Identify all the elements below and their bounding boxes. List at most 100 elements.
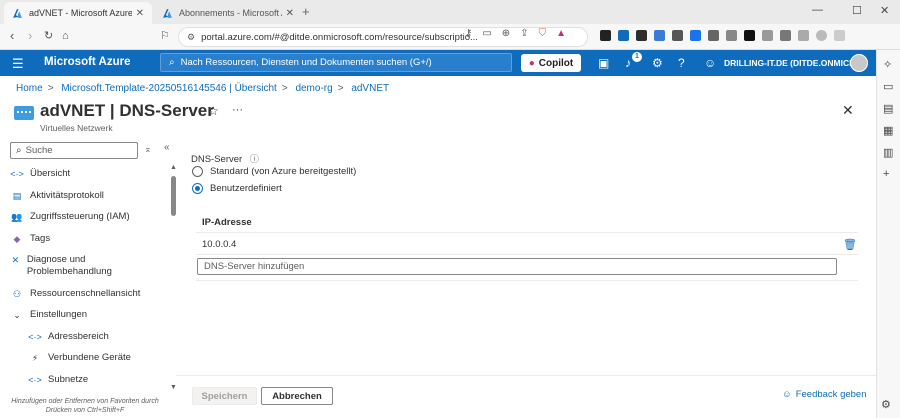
minimize-icon[interactable]: — [812,4,823,16]
share-icon[interactable]: ⇪ [520,28,528,39]
favorite-star-icon[interactable]: ☆ [208,104,219,118]
new-tab-icon[interactable]: + [302,4,310,19]
site-info-icon[interactable]: ⚙ [187,32,195,43]
menu-group-settings[interactable]: ⌄ Einstellungen [10,309,87,321]
radio-custom[interactable]: Benutzerdefiniert [192,183,282,194]
menu-item-iam[interactable]: 👥 Zugriffssteuerung (IAM) [10,211,129,223]
gear-icon[interactable]: ⚙ [652,56,663,70]
browser-tab-active[interactable]: adVNET - Microsoft Azure ✕ [4,2,152,24]
radio-circle-selected[interactable] [192,183,203,194]
bookmarks-icon[interactable]: ▦ [883,124,893,137]
sidebar-toggle-icon[interactable] [780,30,791,41]
table-divider [196,280,858,281]
account-name[interactable]: DRILLING-IT.DE (DITDE.ONMICR... [724,58,862,68]
menu-item-subnets[interactable]: <·> Subnetze [28,374,88,386]
reload-icon[interactable]: ↻ [44,29,53,43]
code-icon: <·> [28,332,42,342]
menu-item-label: Adressbereich [48,331,109,342]
global-search-input[interactable]: ⌕ Nach Ressourcen, Diensten und Dokument… [160,53,512,72]
maximize-icon[interactable]: ☐ [852,4,862,17]
cloud-shell-icon[interactable]: ▣ [598,56,609,70]
browser-tab-strip: adVNET - Microsoft Azure ✕ Abonnements -… [0,0,900,24]
scrollbar-thumb[interactable] [171,176,176,216]
add-dns-server-input[interactable]: DNS-Server hinzufügen [197,258,837,275]
reading-icon[interactable]: ▤ [883,102,893,115]
menu-scrollbar[interactable]: ▲ ▼ [170,164,178,394]
ip-column-header: IP-Adresse [202,217,252,228]
menu-icon[interactable] [834,30,845,41]
forward-icon[interactable]: › [28,29,32,43]
extension-icon[interactable] [708,30,719,41]
extension-icon[interactable] [672,30,683,41]
menu-options-icon[interactable]: ⌅ [144,144,152,155]
menu-item-label: Subnetze [48,374,89,385]
extension-icon[interactable] [654,30,665,41]
menu-item-tags[interactable]: ◆ Tags [10,233,51,245]
cast-icon[interactable]: ▭ [482,28,491,39]
menu-item-resource-visualizer[interactable]: ⚇ Ressourcenschnellansicht [10,288,140,300]
copilot-side-icon[interactable]: ✧ [883,58,892,71]
puzzle-icon[interactable] [762,30,773,41]
feedback-link[interactable]: ☺ Feedback geben [782,389,866,400]
close-icon[interactable]: ✕ [136,8,144,19]
chevron-down-icon: ⌄ [13,310,21,320]
hamburger-icon[interactable]: ☰ [12,56,24,72]
menu-item-connected-devices[interactable]: ⚡ Verbundene Geräte [28,352,131,364]
wallet-icon[interactable] [798,30,809,41]
wallet-icon[interactable]: ▭ [883,80,893,93]
menu-search-input[interactable]: ⌕ Suche [10,142,138,159]
avatar[interactable] [850,54,868,72]
bell-icon[interactable]: ♪ [625,56,631,70]
feedback-label: Feedback geben [795,389,867,400]
profile-icon[interactable] [816,30,827,41]
radio-default[interactable]: Standard (von Azure bereitgestellt) [192,166,356,177]
extension-icon[interactable] [600,30,611,41]
portal-brand[interactable]: Microsoft Azure [44,56,130,68]
more-icon[interactable]: ··· [232,104,243,116]
close-icon[interactable]: ✕ [286,8,294,19]
menu-item-overview[interactable]: <·> Übersicht [10,168,70,180]
radio-label: Benutzerdefiniert [210,183,282,194]
menu-item-label: Übersicht [30,168,71,179]
extension-icon[interactable] [690,30,701,41]
save-button[interactable]: Speichern [192,387,257,405]
scroll-down-icon[interactable]: ▼ [170,384,177,391]
copilot-button[interactable]: ● Copilot [521,54,581,72]
radio-circle[interactable] [192,166,203,177]
home-icon[interactable]: ⌂ [62,29,69,43]
copilot-icon: ● [528,57,535,69]
person-feedback-icon[interactable]: ☺ [704,56,716,70]
breadcrumb-link[interactable]: demo-rg [295,83,332,94]
menu-item-activity-log[interactable]: ▤ Aktivitätsprotokoll [10,190,104,202]
menu-item-address-space[interactable]: <·> Adressbereich [28,331,109,343]
key-icon[interactable]: ⚷ [465,28,472,39]
bookmark-icon[interactable]: ⚐ [160,29,170,43]
scroll-up-icon[interactable]: ▲ [170,164,177,171]
extension-icon[interactable] [726,30,737,41]
window-close-icon[interactable]: ✕ [880,4,889,17]
info-icon[interactable]: ⓘ [250,154,259,164]
extension-icon[interactable] [618,30,629,41]
alert-triangle-icon[interactable]: ▲ [556,28,566,39]
cancel-button[interactable]: Abbrechen [261,387,333,405]
menu-item-label: Aktivitätsprotokoll [30,190,104,201]
hint-line: Drücken von Ctrl+Shift+F [45,407,125,414]
add-icon[interactable]: + [883,168,889,180]
close-blade-icon[interactable]: ✕ [842,102,854,119]
breadcrumb-link[interactable]: Home [16,83,43,94]
breadcrumb-link[interactable]: Microsoft.Template-20250516145546 | Über… [61,83,277,94]
browser-tab[interactable]: Abonnements - Microsoft Azure ✕ [154,2,302,24]
collapse-menu-icon[interactable]: « [164,142,170,153]
back-icon[interactable]: ‹ [10,29,14,43]
breadcrumb-link[interactable]: adVNET [351,83,389,94]
book-icon[interactable]: ▥ [883,146,893,159]
zoom-icon[interactable]: ⊕ [502,28,510,39]
url-actions: ⚷ ▭ ⊕ ⇪ ⛉ ▲ [465,28,566,39]
help-icon[interactable]: ? [678,56,685,70]
delete-icon[interactable]: 🗑 [843,238,857,251]
lock-icon[interactable] [744,30,755,41]
extension-icon[interactable] [636,30,647,41]
menu-item-diagnose[interactable]: ✕ Diagnose und Problembehandlung [10,254,140,278]
shield-icon[interactable]: ⛉ [539,28,547,39]
gear-icon[interactable]: ⚙ [881,398,891,411]
